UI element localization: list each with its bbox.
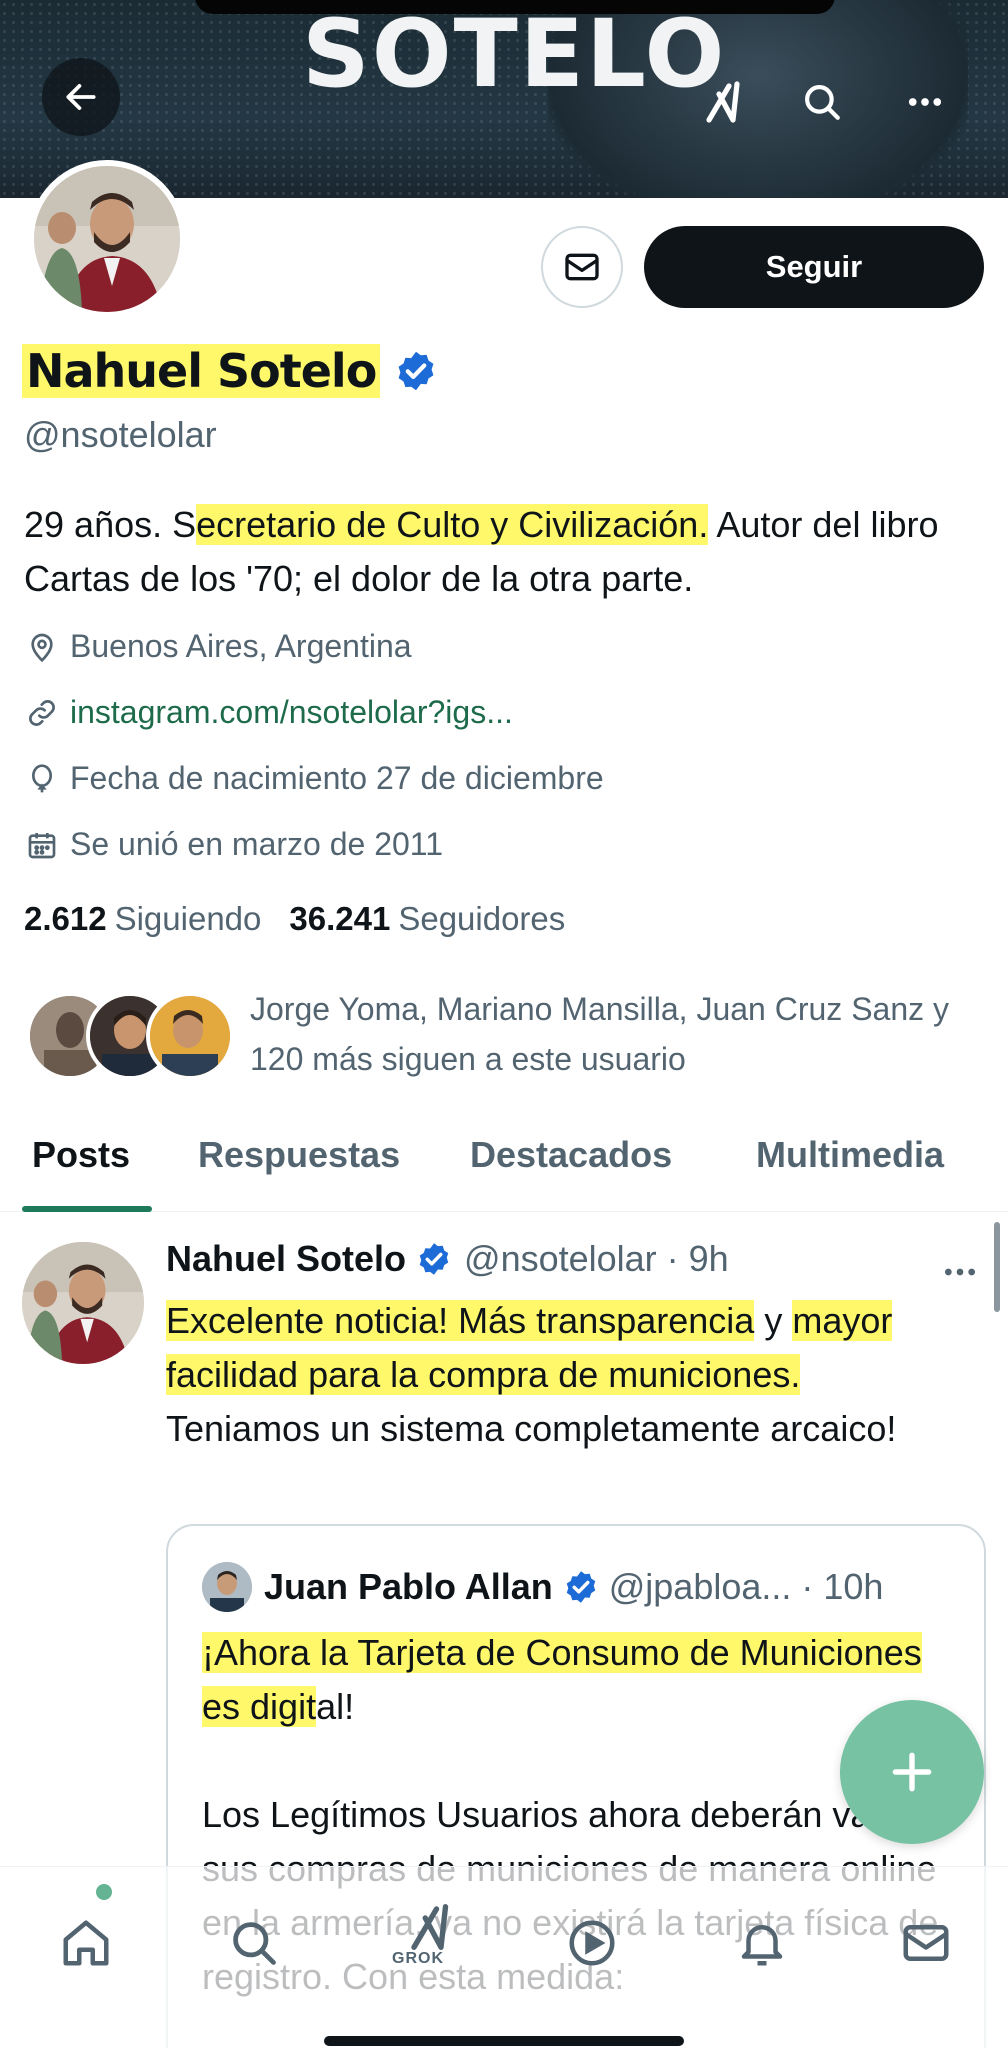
joined-row: Se unió en marzo de 2011 [26,826,443,863]
avatar-photo [22,1242,144,1364]
more-horizontal-icon [945,1268,975,1276]
play-circle-icon [569,1920,615,1966]
tab-highlights[interactable]: Destacados [470,1134,672,1176]
compose-button[interactable] [840,1700,984,1844]
bio-start: 29 años. S [24,504,197,545]
website-row[interactable]: instagram.com/nsotelolar?igs... [26,694,513,731]
nav-home[interactable] [46,1903,126,1983]
home-notification-dot [96,1884,112,1900]
mutual-followers-avatars[interactable] [26,992,236,1080]
followed-by-text[interactable]: Jorge Yoma, Mariano Mansilla, Juan Cruz … [250,984,950,1084]
profile-avatar[interactable] [28,160,186,318]
location-pin-icon [31,633,53,662]
grok-logo-icon [411,1904,449,1950]
active-tab-indicator [22,1206,152,1212]
tab-posts[interactable]: Posts [32,1134,130,1176]
profile-bio: 29 años. Secretario de Culto y Civilizac… [24,498,994,606]
nav-search[interactable] [214,1903,294,1983]
following-stat[interactable]: 2.612 Siguiendo [24,900,261,938]
arrow-left-icon [66,84,96,110]
grok-label: GROK [392,1950,444,1967]
camera-notch [195,0,835,14]
birthday-row: Fecha de nacimiento 27 de diciembre [26,760,604,797]
tab-media[interactable]: Multimedia [756,1134,944,1176]
mail-icon [565,253,599,281]
post-handle-time: @nsotelolar · 9h [464,1238,729,1279]
grok-logo-icon [706,81,740,123]
birthday-text: Fecha de nacimiento 27 de diciembre [70,760,604,796]
website-link[interactable]: instagram.com/nsotelolar?igs... [70,694,513,731]
profile-tabs: Posts Respuestas Destacados Multimedia [0,1116,1008,1212]
following-count: 2.612 [24,900,107,937]
mutual-avatar [146,992,234,1080]
location-text: Buenos Aires, Argentina [70,628,412,664]
plus-icon [892,1752,932,1792]
quoted-text-headline: ¡Ahora la Tarjeta de Consumo de Municion… [202,1626,942,1734]
tab-replies[interactable]: Respuestas [198,1134,400,1176]
nav-video[interactable] [552,1903,632,1983]
verified-badge-icon [416,1241,452,1277]
quoted-author-name: Juan Pablo Allan [264,1566,553,1607]
bell-icon [741,1925,783,1966]
post-author-name[interactable]: Nahuel Sotelo [166,1238,406,1280]
back-button[interactable] [42,58,120,136]
nav-messages[interactable] [886,1903,966,1983]
search-button[interactable] [790,70,854,134]
post-text: Excelente noticia! Más transparencia y m… [166,1294,906,1456]
post-more-button[interactable] [940,1252,980,1297]
followers-label: Seguidores [398,900,566,937]
nav-notifications[interactable] [722,1903,802,1983]
follow-stats: 2.612 Siguiendo 36.241 Seguidores [24,900,565,938]
message-button[interactable] [541,226,623,308]
location-row: Buenos Aires, Argentina [26,628,412,665]
followers-stat[interactable]: 36.241 Seguidores [289,900,565,938]
profile-name-row: Nahuel Sotelo [22,344,438,398]
quoted-post-header: Juan Pablo Allan @jpabloa... · 10h [202,1562,883,1612]
link-icon [29,699,55,726]
profile-name: Nahuel Sotelo [22,344,381,398]
mail-icon [903,1925,949,1961]
avatar-photo [34,166,180,312]
grok-button[interactable] [690,72,760,132]
balloon-icon [32,763,52,792]
home-icon [63,1920,109,1966]
verified-badge-icon [394,349,438,393]
quoted-author-avatar [202,1562,252,1612]
post-text-end: Teniamos un sistema completamente arcaic… [166,1408,897,1449]
post-author-avatar[interactable] [22,1242,144,1364]
system-home-indicator[interactable] [324,2036,684,2046]
joined-text: Se unió en marzo de 2011 [70,826,443,862]
more-horizontal-icon [908,98,942,106]
bio-highlight: ecretario de Culto y Civilización. [196,504,709,545]
banner-title: SOTELO [302,0,727,109]
profile-handle: @nsotelolar [24,414,217,455]
verified-badge-icon [563,1569,599,1605]
quoted-handle-time: @jpabloa... · 10h [608,1566,884,1607]
following-label: Siguiendo [114,900,262,937]
calendar-icon [28,832,56,858]
search-icon [805,85,840,120]
bottom-navigation [0,1866,1008,2048]
more-button[interactable] [892,70,958,134]
quoted-text-end: al! [316,1686,355,1727]
search-icon [233,1922,276,1965]
post-text-connector: y [754,1300,793,1341]
followers-count: 36.241 [289,900,391,937]
quoted-text-highlight: ¡Ahora la Tarjeta de Consumo de Municion… [202,1632,922,1727]
follow-button[interactable]: Seguir [644,226,984,308]
post-text-highlight: Excelente noticia! Más transparencia [166,1300,755,1341]
profile-banner: SOTELO [0,0,1008,198]
post-header: Nahuel Sotelo @nsotelolar · 9h [166,1238,729,1280]
